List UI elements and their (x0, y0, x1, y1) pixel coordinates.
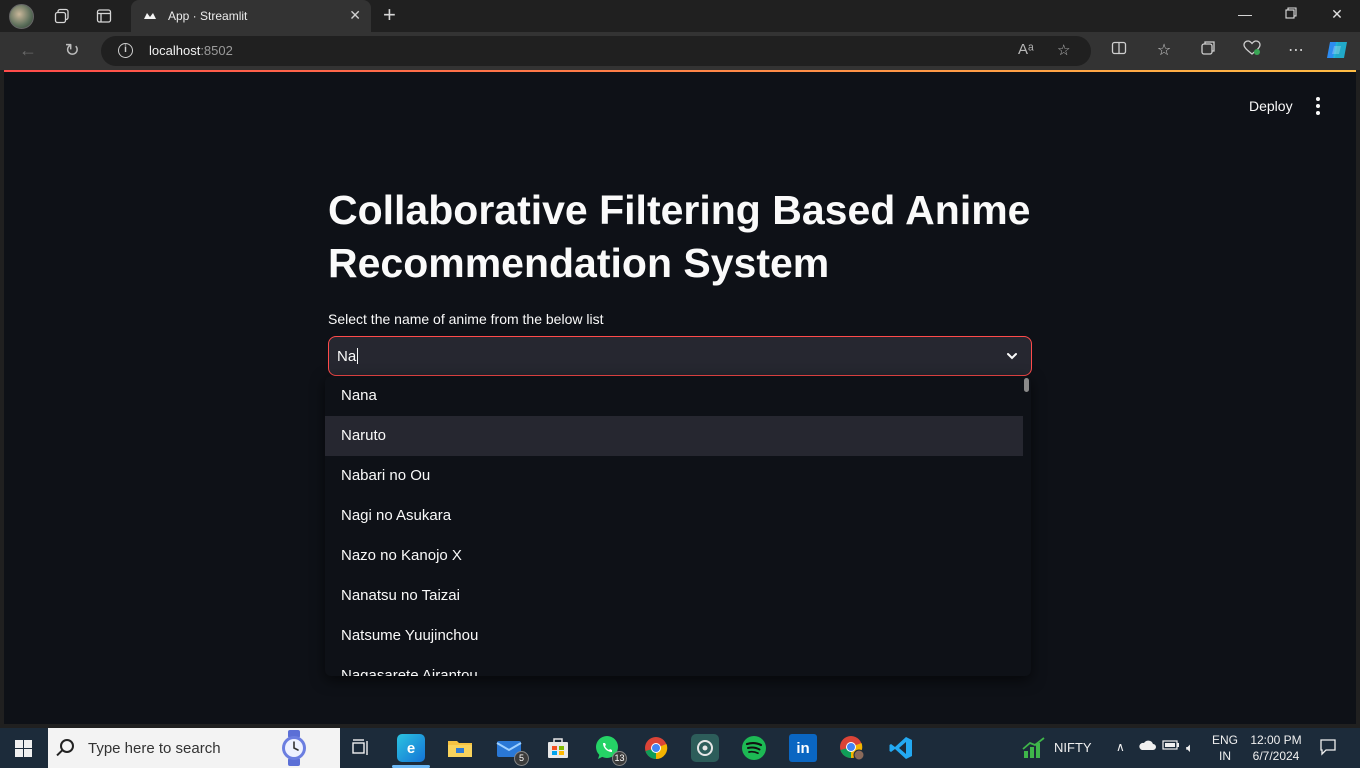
collections-icon[interactable] (1197, 40, 1219, 61)
taskbar-search[interactable]: Type here to search (48, 728, 340, 768)
chatgpt-app-icon[interactable] (691, 734, 719, 762)
split-screen-icon[interactable] (1108, 40, 1130, 61)
anime-selectbox[interactable]: Na (328, 336, 1032, 376)
tab-title: App · Streamlit (168, 9, 248, 23)
onedrive-cloud-icon[interactable] (1138, 738, 1156, 755)
new-tab-icon[interactable]: + (383, 4, 396, 26)
browser-essentials-icon[interactable] (1241, 40, 1263, 61)
language-code: ENG (1212, 733, 1239, 747)
title-bar: App · Streamlit ✕ + — ✕ (0, 0, 1360, 32)
language-indicator[interactable]: ENG IN (1212, 732, 1238, 764)
vscode-icon[interactable] (887, 734, 915, 762)
dropdown-option[interactable]: Nabari no Ou (325, 456, 1023, 496)
read-aloud-icon[interactable]: Aᵃ (1018, 41, 1034, 58)
workspaces-icon[interactable] (53, 7, 71, 25)
main-menu-icon[interactable] (1310, 96, 1326, 116)
tab-actions-icon[interactable] (95, 7, 113, 25)
search-icon (60, 739, 74, 753)
edge-icon[interactable]: e (392, 734, 430, 768)
file-explorer-icon[interactable] (446, 734, 474, 762)
dropdown-option-highlighted[interactable]: Naruto (325, 416, 1023, 456)
refresh-icon[interactable]: ↻ (61, 40, 83, 61)
address-bar[interactable]: i localhost:8502 Aᵃ ☆ (101, 36, 1091, 66)
windows-taskbar: Type here to search e 5 13 in NIFTY ∧ 🔈︎… (0, 728, 1360, 768)
dropdown-option[interactable]: Nazo no Kanojo X (325, 536, 1023, 576)
dropdown-option[interactable]: Nagi no Asukara (325, 496, 1023, 536)
site-info-icon[interactable]: i (118, 43, 133, 58)
select-input[interactable]: Na (337, 348, 359, 365)
mail-icon[interactable]: 5 (495, 734, 529, 766)
select-label: Select the name of anime from the below … (328, 311, 604, 327)
deploy-button[interactable]: Deploy (1249, 98, 1293, 114)
page-title: Collaborative Filtering Based Anime Reco… (328, 187, 1031, 286)
battery-icon[interactable] (1162, 739, 1180, 754)
chrome-profile-icon[interactable] (838, 734, 866, 762)
dropdown-option[interactable]: Nana (325, 376, 1023, 416)
copilot-icon[interactable] (1326, 40, 1348, 65)
browser-window: App · Streamlit ✕ + — ✕ ← ↻ i localhost:… (0, 0, 1360, 728)
chevron-down-icon[interactable] (1005, 349, 1019, 363)
linkedin-icon[interactable]: in (789, 734, 817, 762)
microsoft-store-icon[interactable] (544, 734, 572, 762)
dropdown-option[interactable]: Nagasarete Airantou (325, 656, 1023, 676)
clock-date: 6/7/2024 (1252, 749, 1300, 763)
select-typed-text: Na (337, 348, 357, 365)
spotify-icon[interactable] (740, 734, 768, 762)
tab-close-icon[interactable]: ✕ (349, 7, 361, 24)
system-clock[interactable]: 12:00 PM 6/7/2024 (1250, 732, 1302, 764)
search-highlight-clock-icon[interactable] (278, 730, 310, 766)
restore-icon[interactable] (1281, 6, 1301, 22)
url-text[interactable]: localhost:8502 (149, 43, 233, 58)
volume-icon[interactable]: 🔈︎ (1186, 740, 1194, 756)
stock-label[interactable]: NIFTY (1054, 740, 1092, 755)
chrome-icon[interactable] (642, 734, 670, 762)
stock-chart-icon[interactable] (1022, 737, 1046, 762)
dropdown-option[interactable]: Nanatsu no Taizai (325, 576, 1023, 616)
favorite-star-icon[interactable]: ☆ (1057, 41, 1070, 59)
minimize-icon[interactable]: — (1235, 6, 1255, 22)
streamlit-favicon-icon (144, 13, 156, 19)
show-hidden-icons-icon[interactable]: ∧ (1116, 740, 1125, 754)
search-placeholder: Type here to search (88, 740, 221, 757)
more-options-icon[interactable]: ⋯ (1285, 40, 1307, 60)
task-view-icon[interactable] (347, 734, 375, 762)
select-dropdown: Nana Naruto Nabari no Ou Nagi no Asukara… (325, 376, 1031, 676)
tab-streamlit[interactable]: App · Streamlit ✕ (131, 0, 371, 32)
dropdown-option[interactable]: Natsume Yuujinchou (325, 616, 1023, 656)
whatsapp-icon[interactable]: 13 (593, 734, 627, 766)
clock-time: 12:00 PM (1250, 733, 1302, 747)
profile-avatar[interactable] (9, 4, 34, 29)
favorites-icon[interactable]: ☆ (1153, 40, 1175, 60)
mail-badge: 5 (514, 751, 529, 766)
text-caret (357, 348, 359, 364)
dropdown-scrollbar[interactable] (1024, 378, 1029, 392)
start-windows-icon[interactable] (15, 740, 32, 757)
back-icon[interactable]: ← (17, 40, 39, 61)
url-port: :8502 (200, 43, 233, 58)
url-host: localhost (149, 43, 201, 58)
notifications-icon[interactable] (1319, 738, 1337, 759)
whatsapp-badge: 13 (612, 751, 627, 766)
streamlit-app: Deploy Collaborative Filtering Based Ani… (4, 72, 1356, 724)
region-code: IN (1219, 749, 1231, 763)
close-window-icon[interactable]: ✕ (1327, 6, 1347, 23)
